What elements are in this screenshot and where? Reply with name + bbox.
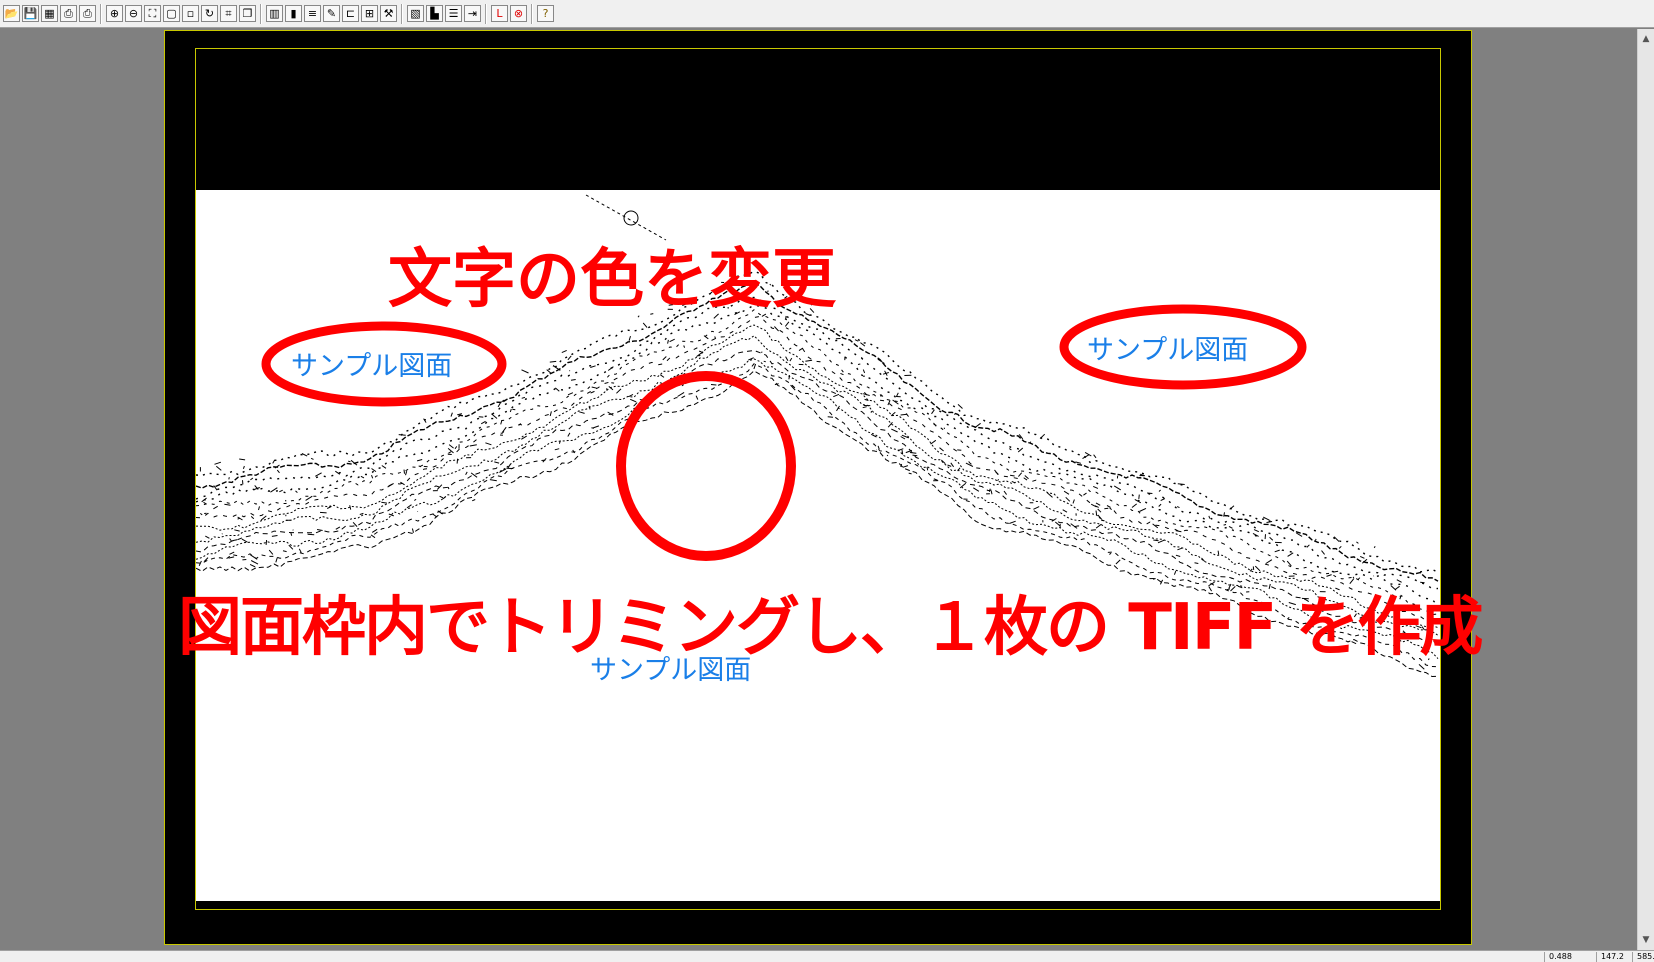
status-x: 147.2	[1596, 952, 1632, 962]
sample-label-right: サンプル図面	[1087, 335, 1249, 366]
highlight-circle-center	[616, 371, 796, 561]
status-scale: 0.488	[1544, 952, 1596, 962]
trim-annotation: 図面枠内でトリミングし、１枚の TIFF を作成	[178, 591, 1483, 665]
color-change-annotation: 文字の色を変更	[388, 243, 836, 317]
sample-label-bottom: サンプル図面	[590, 655, 752, 686]
annotation-overlay	[261, 304, 1307, 561]
sample-label-left: サンプル図面	[291, 351, 453, 382]
status-bar: 0.488 147.2 585.3	[0, 950, 1654, 962]
status-y: 585.3	[1632, 952, 1654, 962]
